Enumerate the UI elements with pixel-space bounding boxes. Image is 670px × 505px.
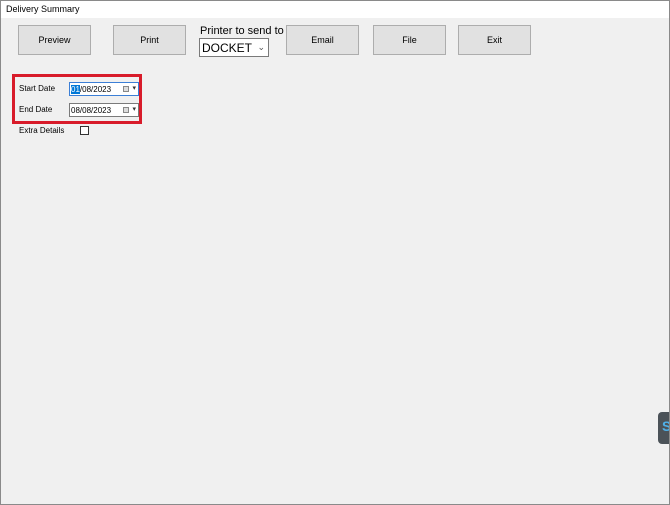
window-title: Delivery Summary xyxy=(6,4,80,14)
extra-details-checkbox[interactable] xyxy=(80,126,89,135)
file-button[interactable]: File xyxy=(373,25,446,55)
calendar-icon[interactable] xyxy=(123,86,129,92)
start-date-rest: /08/2023 xyxy=(79,85,112,94)
start-date-day-selected: 01 xyxy=(71,85,80,94)
dropdown-arrow-icon[interactable]: ▾ xyxy=(132,84,136,92)
calendar-icon[interactable] xyxy=(123,107,129,113)
title-bar: Delivery Summary xyxy=(1,1,669,18)
start-date-label: Start Date xyxy=(19,84,56,93)
end-date-picker[interactable]: 08/08/2023 ▾ xyxy=(69,103,139,117)
end-date-text: 08/08/2023 xyxy=(71,106,112,115)
extra-details-label: Extra Details xyxy=(19,126,65,135)
email-button[interactable]: Email xyxy=(286,25,359,55)
end-date-label: End Date xyxy=(19,105,53,114)
print-button[interactable]: Print xyxy=(113,25,186,55)
exit-button[interactable]: Exit xyxy=(458,25,531,55)
dropdown-arrow-icon[interactable]: ▾ xyxy=(132,105,136,113)
printer-label: Printer to send to xyxy=(200,25,284,37)
start-date-picker[interactable]: 01/08/2023 ▾ xyxy=(69,82,139,96)
chevron-down-icon: ⌄ xyxy=(257,42,265,52)
widget-logo-icon: S xyxy=(662,418,669,434)
printer-value: DOCKET xyxy=(202,41,253,55)
preview-button[interactable]: Preview xyxy=(18,25,91,55)
start-date-text: 01/08/2023 xyxy=(71,85,111,94)
delivery-summary-window: Delivery Summary Preview Print Printer t… xyxy=(0,0,670,505)
printer-select[interactable]: DOCKET ⌄ xyxy=(199,38,269,57)
floating-side-widget[interactable]: S xyxy=(658,412,669,444)
